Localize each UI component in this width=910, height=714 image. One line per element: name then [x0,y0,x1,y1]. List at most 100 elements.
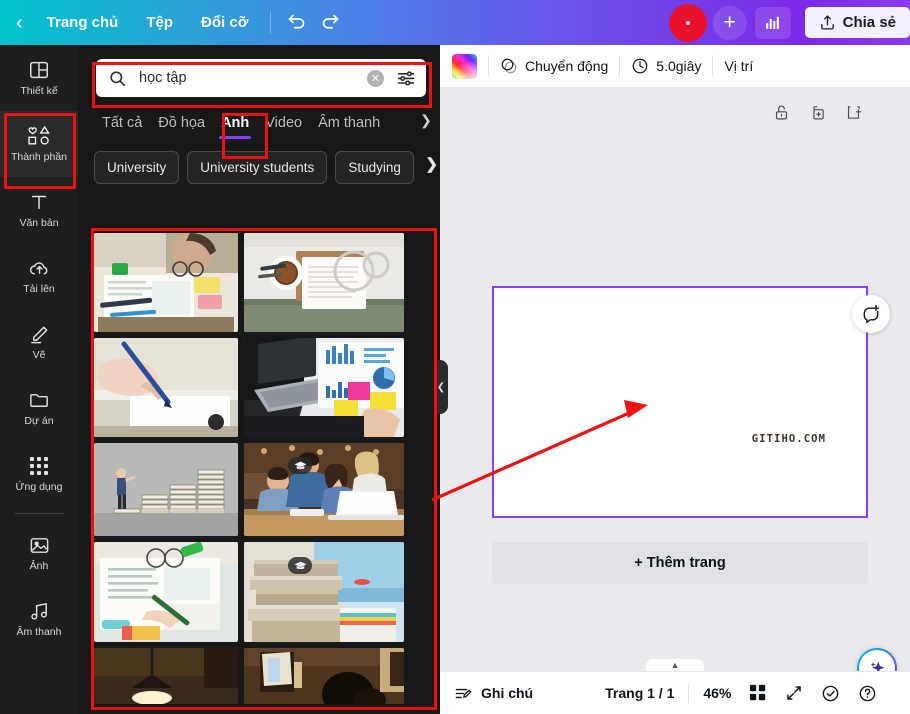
fullscreen-button[interactable] [785,684,803,702]
animate-label: Chuyển động [525,58,609,74]
duplicate-page-icon[interactable] [809,104,826,126]
tab-video[interactable]: Video [257,111,310,139]
photo-thumbnail[interactable] [94,338,238,437]
grid-view-icon [750,684,766,701]
redo-button[interactable] [313,6,347,40]
canvas-watermark: GITIHO.COM [751,433,826,445]
chip-university-students[interactable]: University students [187,150,328,184]
photo-thumbnail[interactable] [244,648,404,704]
animate-button[interactable]: Chuyển động [500,57,608,75]
sidebar-item-label: Thành phần [10,151,68,164]
grid-view-button[interactable] [749,684,767,702]
sidebar-item-design[interactable]: Thiết kế [0,45,78,111]
photo-thumbnail[interactable] [244,338,404,437]
photo-thumbnail[interactable] [94,648,238,704]
undo-button[interactable] [279,6,313,40]
tab-all[interactable]: Tất cả [94,111,150,139]
undo-icon [288,14,305,29]
photo-thumbnail[interactable] [244,233,404,332]
page-tools-group [773,104,862,126]
add-page-button[interactable]: + Thêm trang [492,542,868,584]
collapse-panel-handle[interactable]: ❮ [434,360,448,414]
sidebar-item-label: Âm thanh [16,626,62,639]
notes-button[interactable]: Ghi chú [454,684,533,703]
fullscreen-expand-icon [787,686,802,700]
toolbar-divider [619,55,621,77]
approve-button[interactable] [821,684,840,703]
photo-image-icon [28,533,51,557]
sidebar-divider [14,513,64,514]
sidebar-item-audio[interactable]: Âm thanh [0,586,78,652]
sidebar-item-draw[interactable]: Vẽ [0,309,78,375]
add-collaborator-button[interactable]: + [712,5,747,40]
toolbar-divider [270,11,272,34]
sidebar-item-label: Ảnh [29,560,49,573]
search-input-value: học tập [139,70,187,86]
photo-thumbnail[interactable] [94,542,238,642]
duration-button[interactable]: 5.0giây [631,57,701,75]
sidebar-item-photos[interactable]: Ảnh [0,520,78,586]
chevron-right-icon[interactable]: ❯ [416,109,436,131]
add-page-icon[interactable] [845,104,862,126]
tab-audio[interactable]: Âm thanh [310,111,388,139]
file-menu-button[interactable]: Tệp [132,8,187,37]
photo-thumbnail[interactable] [244,542,404,642]
draw-pen-icon [28,322,51,346]
page-indicator[interactable]: Trang 1 / 1 [605,685,674,701]
sidebar-item-text[interactable]: Văn bản [0,177,78,243]
chip-studying[interactable]: Studying [335,150,414,184]
person-at-computer-night [244,648,404,704]
photo-grid-column-right [244,233,404,704]
top-toolbar-left-group: ‹ Trang chủ Tệp Đổi cỡ [0,0,347,45]
add-comment-button[interactable] [852,295,890,333]
share-upload-icon [820,15,834,30]
sidebar-item-label: Thiết kế [20,85,58,98]
toolbar-divider [488,55,489,77]
stack-of-books-by-window [244,542,404,642]
animate-circles-icon [501,58,517,74]
filter-sliders-icon[interactable] [396,68,416,88]
bar-chart-icon [766,16,780,29]
search-input[interactable]: học tập ✕ [96,59,426,97]
design-canvas-page[interactable]: GITIHO.COM [492,286,868,518]
rainbow-color-swatch[interactable] [452,53,477,79]
sidebar-item-projects[interactable]: Dự án [0,375,78,441]
help-button[interactable] [858,684,877,703]
figurine-climbing-book-stairs [94,443,238,536]
sidebar-item-apps[interactable]: Ứng dụng [0,441,78,507]
chevron-right-icon[interactable]: ❯ [425,155,438,173]
laptop-with-charts-and-sticky-notes [244,338,404,437]
tab-photos[interactable]: Ảnh [213,111,257,139]
chip-university[interactable]: University [94,150,180,184]
notes-label: Ghi chú [481,685,534,701]
sidebar-item-label: Dự án [24,415,54,428]
student-studying-at-desk [94,233,238,332]
chevron-up-icon[interactable]: ▲ [646,659,704,671]
photo-thumbnail[interactable] [244,443,404,536]
home-button[interactable]: Trang chủ [33,8,133,37]
canvas-viewport: GITIHO.COM + Thêm trang [440,88,910,714]
share-button[interactable]: Chia sẻ [804,7,910,38]
clear-x-icon[interactable]: ✕ [367,69,384,87]
sidebar-item-label: Ứng dụng [15,481,63,494]
help-circle-icon [860,685,876,701]
editor-toolbar: Chuyển động 5.0giây Vị trí [440,45,910,88]
tab-graphics[interactable]: Đồ họa [150,111,213,139]
insights-button[interactable] [754,6,791,39]
avatar[interactable] [668,3,707,42]
chevron-left-icon[interactable]: ‹ [16,13,23,33]
resize-button[interactable]: Đổi cỡ [187,8,262,37]
sidebar-item-elements[interactable]: Thành phần [0,111,78,177]
pro-badge [288,457,312,474]
clock-icon [632,58,648,74]
position-button[interactable]: Vị trí [724,58,753,74]
photo-results-grid [94,233,424,714]
unlock-icon[interactable] [773,104,790,126]
pro-badge [288,557,312,574]
dark-lamp-study-scene [94,648,238,704]
zoom-level[interactable]: 46% [703,685,731,701]
photo-thumbnail[interactable] [94,443,238,536]
sidebar-item-uploads[interactable]: Tải lên [0,243,78,309]
notes-edit-icon [455,688,472,698]
photo-thumbnail[interactable] [94,233,238,332]
